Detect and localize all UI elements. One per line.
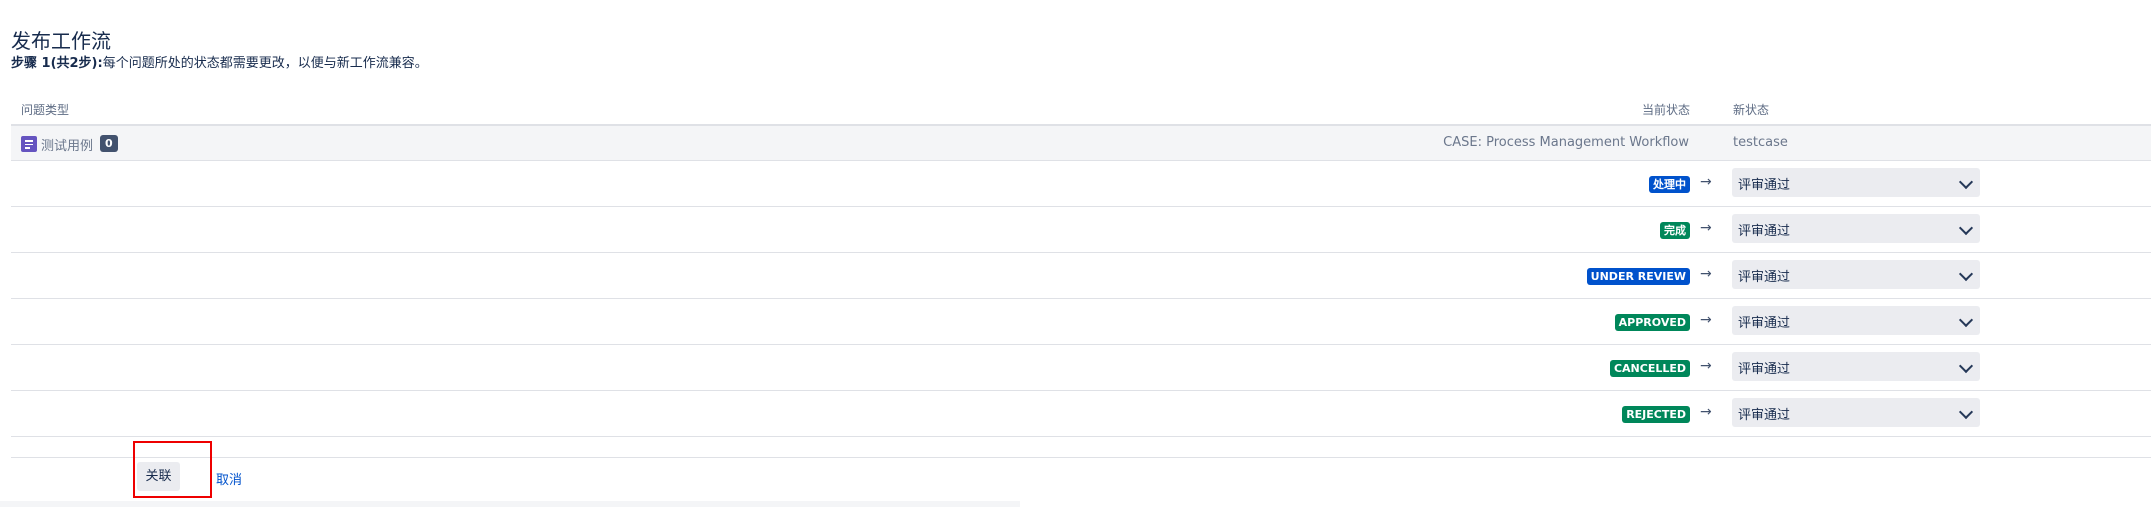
arrow-icon: →: [1700, 220, 1712, 236]
header-new-status: 新状态: [1733, 103, 1770, 117]
new-status-value: 评审通过: [1738, 270, 1791, 285]
status-lozenge: CANCELLED: [1609, 360, 1690, 377]
new-status-value: 评审通过: [1738, 408, 1791, 423]
chevron-down-icon: [1958, 220, 1974, 236]
arrow-icon: →: [1700, 312, 1712, 328]
cancel-link[interactable]: 取消: [216, 469, 242, 488]
new-status-value: 评审通过: [1738, 362, 1791, 377]
status-lozenge: UNDER REVIEW: [1586, 268, 1690, 285]
task-icon: [21, 136, 37, 152]
status-lozenge: REJECTED: [1622, 406, 1690, 423]
new-status-select[interactable]: 评审通过: [1732, 398, 1980, 427]
bottom-scroll-area: [0, 501, 1020, 507]
status-row: APPROVED → 评审通过: [11, 299, 2151, 345]
chevron-down-icon: [1958, 358, 1974, 374]
new-status-select[interactable]: 评审通过: [1732, 260, 1980, 289]
step-text: 每个问题所处的状态都需要更改，以便与新工作流兼容。: [102, 56, 428, 71]
arrow-icon: →: [1700, 358, 1712, 374]
chevron-down-icon: [1958, 174, 1974, 190]
status-row: REJECTED → 评审通过: [11, 391, 2151, 437]
new-status-select[interactable]: 评审通过: [1732, 168, 1980, 197]
status-lozenge: 处理中: [1649, 176, 1690, 193]
issue-type-name: 测试用例: [41, 139, 94, 154]
new-status-value: 评审通过: [1738, 178, 1791, 193]
arrow-icon: →: [1700, 404, 1712, 420]
table-header: 问题类型 当前状态 新状态: [11, 93, 2151, 126]
new-status-select[interactable]: 评审通过: [1732, 214, 1980, 243]
arrow-icon: →: [1700, 174, 1712, 190]
chevron-down-icon: [1958, 266, 1974, 282]
status-row: 完成 → 评审通过: [11, 207, 2151, 253]
status-row: UNDER REVIEW → 评审通过: [11, 253, 2151, 299]
header-issue-type: 问题类型: [21, 103, 70, 117]
step-description: 步骤 1(共2步):每个问题所处的状态都需要更改，以便与新工作流兼容。: [11, 52, 428, 71]
new-status-select[interactable]: 评审通过: [1732, 352, 1980, 381]
target-workflow-name: testcase: [1733, 135, 1788, 150]
arrow-icon: →: [1700, 266, 1712, 282]
chevron-down-icon: [1958, 404, 1974, 420]
new-status-select[interactable]: 评审通过: [1732, 306, 1980, 335]
status-lozenge: APPROVED: [1614, 314, 1690, 331]
chevron-down-icon: [1958, 312, 1974, 328]
status-row: CANCELLED → 评审通过: [11, 345, 2151, 391]
current-workflow-name: CASE: Process Management Workflow: [1443, 135, 1689, 150]
status-row: 处理中 → 评审通过: [11, 161, 2151, 207]
footer-divider: [11, 457, 2151, 458]
status-lozenge: 完成: [1660, 222, 1690, 239]
step-label: 步骤 1(共2步):: [11, 56, 103, 71]
header-current-status: 当前状态: [1641, 103, 1690, 117]
new-status-value: 评审通过: [1738, 316, 1791, 331]
associate-button[interactable]: 关联: [137, 462, 180, 491]
status-mapping-table: 问题类型 当前状态 新状态 测试用例 0 CASE: Process Manag…: [11, 93, 2151, 437]
issue-type-row: 测试用例 0 CASE: Process Management Workflow…: [11, 126, 2151, 161]
issue-count-badge: 0: [100, 135, 118, 152]
new-status-value: 评审通过: [1738, 224, 1791, 239]
page-title: 发布工作流: [11, 29, 111, 54]
